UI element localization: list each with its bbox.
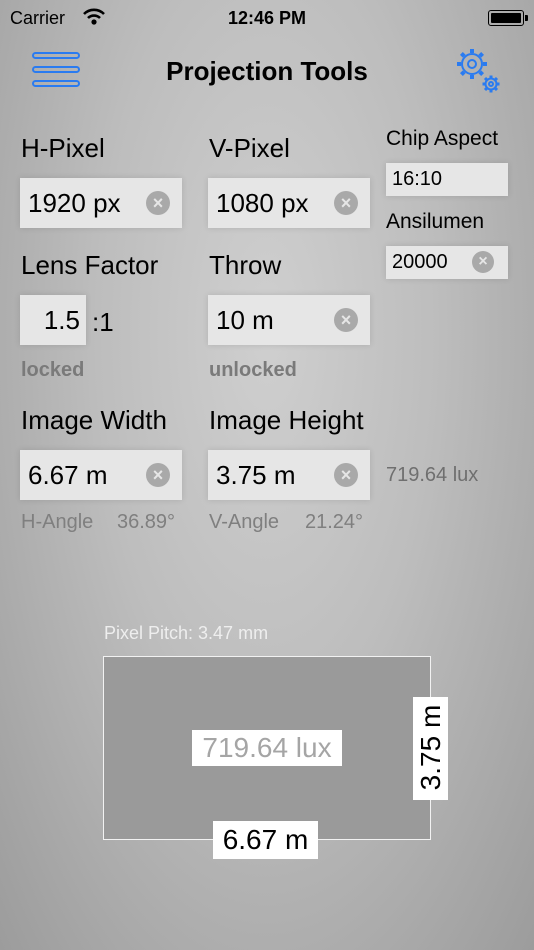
preview-height-label: 3.75 m bbox=[414, 704, 446, 791]
lens-factor-suffix: :1 bbox=[92, 307, 114, 337]
image-height-label: Image Height bbox=[209, 405, 364, 435]
lens-factor-value: 1.5 bbox=[43, 304, 80, 335]
image-width-label: Image Width bbox=[21, 405, 167, 435]
clear-icon[interactable]: × bbox=[334, 191, 358, 215]
clear-icon[interactable]: × bbox=[334, 308, 358, 332]
lens-factor-lock-toggle[interactable]: locked bbox=[21, 359, 84, 382]
status-bar: Carrier 12:46 PM bbox=[0, 0, 534, 38]
clear-icon[interactable]: × bbox=[334, 463, 358, 487]
lux-readout: 719.64 lux bbox=[386, 464, 479, 486]
v-angle-value: 21.24° bbox=[305, 511, 364, 533]
gear-icon[interactable] bbox=[452, 44, 504, 96]
image-width-field[interactable]: 6.67 m × bbox=[20, 450, 182, 500]
clock: 12:46 PM bbox=[227, 8, 307, 28]
h-angle-value: 36.89° bbox=[117, 511, 176, 533]
ansilumen-label: Ansilumen bbox=[386, 210, 485, 233]
clear-icon[interactable]: × bbox=[472, 251, 494, 273]
h-pixel-field[interactable]: 1920 px × bbox=[20, 178, 182, 228]
image-width-value: 6.67 m bbox=[28, 459, 108, 490]
h-pixel-label: H-Pixel bbox=[21, 133, 105, 163]
projection-preview: 719.64 lux bbox=[103, 656, 431, 840]
preview-lux-label: 719.64 lux bbox=[192, 730, 342, 766]
v-pixel-label: V-Pixel bbox=[209, 133, 290, 163]
throw-lock-toggle[interactable]: unlocked bbox=[209, 359, 297, 382]
lens-factor-field[interactable]: 1.5 bbox=[20, 295, 86, 345]
throw-value: 10 m bbox=[216, 304, 274, 335]
clear-icon[interactable]: × bbox=[146, 463, 170, 487]
chip-aspect-label: Chip Aspect bbox=[386, 127, 499, 150]
preview-width-label: 6.67 m bbox=[213, 821, 318, 859]
clear-icon[interactable]: × bbox=[146, 191, 170, 215]
image-height-field[interactable]: 3.75 m × bbox=[208, 450, 370, 500]
ansilumen-field[interactable]: 20000 × bbox=[386, 246, 508, 279]
v-angle-label: V-Angle bbox=[209, 511, 280, 533]
h-angle-label: H-Angle bbox=[21, 511, 94, 533]
image-height-value: 3.75 m bbox=[216, 459, 296, 490]
ansilumen-value: 20000 bbox=[392, 251, 448, 273]
chip-aspect-field[interactable]: 16:10 bbox=[386, 163, 508, 196]
throw-field[interactable]: 10 m × bbox=[208, 295, 370, 345]
throw-label: Throw bbox=[209, 250, 282, 280]
v-pixel-field[interactable]: 1080 px × bbox=[208, 178, 370, 228]
pixel-pitch-label: Pixel Pitch: 3.47 mm bbox=[104, 623, 269, 643]
battery-icon bbox=[488, 10, 528, 26]
chip-aspect-value: 16:10 bbox=[392, 168, 443, 190]
h-pixel-value: 1920 px bbox=[28, 187, 121, 218]
v-pixel-value: 1080 px bbox=[216, 187, 309, 218]
preview-height-tag: 3.75 m bbox=[413, 697, 448, 800]
lens-factor-label: Lens Factor bbox=[21, 250, 159, 280]
